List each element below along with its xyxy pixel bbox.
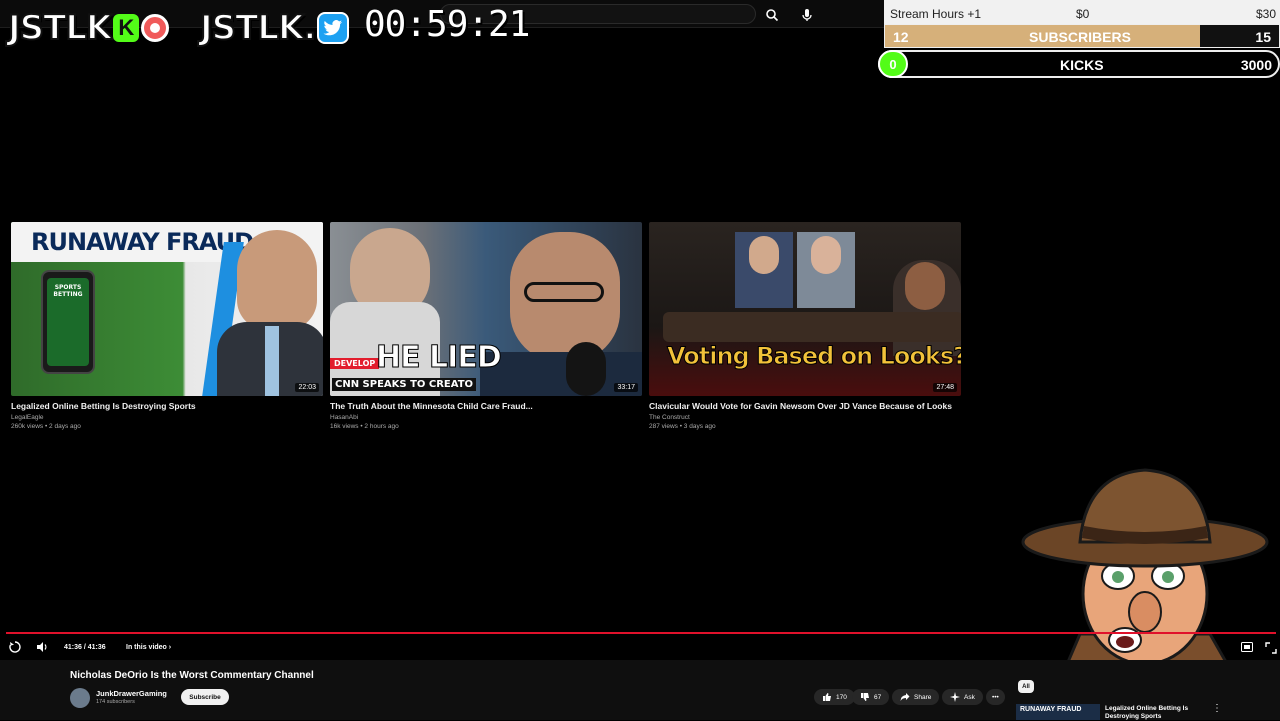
- video-card[interactable]: Voting Based on Looks? 27:48 Clavicular …: [649, 222, 961, 430]
- more-horizontal-icon: •••: [992, 693, 999, 701]
- stream-hours-amount: $0: [1076, 7, 1090, 21]
- video-thumbnail[interactable]: RUNAWAY FRAUD SPORTS BETTING 22:03: [11, 222, 323, 396]
- stream-hours-label: Stream Hours +1: [890, 7, 982, 21]
- ask-button[interactable]: Ask: [942, 689, 983, 705]
- player-controls: 41:36 / 41:36 In this video ›: [0, 636, 1280, 660]
- kick-logo: JSTLK K: [7, 7, 170, 49]
- dislike-count: 67: [874, 693, 882, 701]
- thumb-tag: DEVELOP: [330, 358, 380, 369]
- more-vertical-icon[interactable]: ⋮: [1212, 703, 1222, 714]
- thumb-headline: Voting Based on Looks?: [666, 342, 961, 371]
- subscribers-count: 12: [893, 29, 909, 45]
- video-thumbnail[interactable]: Voting Based on Looks? 27:48: [649, 222, 961, 396]
- more-actions-button[interactable]: •••: [986, 689, 1005, 705]
- up-next-title[interactable]: Legalized Online Betting Is Destroying S…: [1105, 705, 1205, 721]
- record-icon: [141, 14, 170, 42]
- channel-name[interactable]: JunkDrawerGaming: [96, 689, 167, 698]
- volume-icon[interactable]: [36, 641, 48, 655]
- video-meta: 287 views • 3 days ago: [649, 423, 716, 430]
- up-next-thumb-text: RUNAWAY FRAUD: [1020, 706, 1082, 713]
- subscribers-goal: 12 SUBSCRIBERS 15: [884, 24, 1280, 48]
- up-next-thumbnail[interactable]: RUNAWAY FRAUD: [1016, 704, 1100, 720]
- thumb-phone-text: SPORTS BETTING: [53, 284, 83, 298]
- in-this-video-label: In this video: [126, 644, 167, 651]
- share-button[interactable]: Share: [892, 689, 940, 705]
- video-channel[interactable]: LegalEagle: [11, 414, 323, 421]
- channel-avatar[interactable]: [70, 688, 90, 708]
- time-display: 41:36 / 41:36: [64, 644, 106, 651]
- twitter-bird-icon: [317, 12, 350, 44]
- sparkle-icon: [950, 692, 960, 702]
- kicks-goal: 0 KICKS 3000: [878, 50, 1280, 78]
- video-thumbnail[interactable]: DEVELOP HE LIED CNN SPEAKS TO CREATO 33:…: [330, 222, 642, 396]
- video-duration: 27:48: [933, 383, 957, 392]
- logo-text: JSTLK.: [199, 7, 317, 49]
- in-this-video-link[interactable]: In this video ›: [126, 644, 171, 651]
- video-meta: 260k views • 2 days ago: [11, 423, 81, 430]
- video-title[interactable]: The Truth About the Minnesota Child Care…: [330, 401, 642, 411]
- filter-chip-all[interactable]: All: [1018, 680, 1034, 693]
- video-channel[interactable]: HasanAbi: [330, 414, 642, 421]
- search-icon[interactable]: [760, 5, 784, 25]
- logo-text: JSTLK: [7, 7, 113, 49]
- like-button[interactable]: 170: [814, 689, 855, 705]
- channel-subscriber-count: 174 subscribers: [96, 699, 135, 705]
- subscribe-button[interactable]: Subscribe: [181, 689, 229, 705]
- video-card[interactable]: RUNAWAY FRAUD SPORTS BETTING 22:03 Legal…: [11, 222, 323, 430]
- video-channel[interactable]: The Construct: [649, 414, 961, 421]
- subscribers-label: SUBSCRIBERS: [1029, 29, 1131, 45]
- share-label: Share: [914, 693, 932, 701]
- dislike-button[interactable]: 67: [852, 689, 890, 705]
- kicks-label: KICKS: [1060, 57, 1104, 73]
- video-card[interactable]: DEVELOP HE LIED CNN SPEAKS TO CREATO 33:…: [330, 222, 642, 430]
- thumb-headline: RUNAWAY FRAUD: [31, 228, 254, 256]
- goals-panel: Stream Hours +1 $0 $30 12 SUBSCRIBERS 15…: [878, 0, 1280, 80]
- video-title[interactable]: Legalized Online Betting Is Destroying S…: [11, 401, 323, 411]
- mic-icon[interactable]: [796, 5, 818, 25]
- thumbs-up-icon: [823, 693, 831, 701]
- like-count: 170: [836, 693, 847, 701]
- theater-mode-icon[interactable]: [1241, 642, 1253, 654]
- stream-timer: 00:59:21: [364, 4, 530, 45]
- replay-icon[interactable]: [9, 641, 21, 655]
- kick-icon: K: [113, 14, 140, 42]
- video-progress-bar[interactable]: [6, 632, 1276, 634]
- stream-hours-target: $30: [1255, 7, 1276, 21]
- twitter-logo: JSTLK.: [199, 7, 350, 49]
- subscribers-goal-value: 15: [1255, 29, 1271, 45]
- video-main-title: Nicholas DeOrio Is the Worst Commentary …: [70, 670, 314, 681]
- ask-label: Ask: [964, 693, 975, 701]
- fullscreen-icon[interactable]: [1265, 642, 1277, 656]
- stream-hours-goal: Stream Hours +1 $0 $30: [884, 0, 1280, 26]
- video-duration: 33:17: [614, 383, 638, 392]
- thumb-headline: HE LIED: [376, 340, 503, 376]
- video-meta: 16k views • 2 hours ago: [330, 423, 399, 430]
- share-icon: [900, 693, 910, 701]
- kicks-goal-value: 3000: [1240, 57, 1272, 73]
- video-title[interactable]: Clavicular Would Vote for Gavin Newsom O…: [649, 401, 961, 411]
- video-duration: 22:03: [295, 383, 319, 392]
- kicks-count: 0: [878, 50, 908, 78]
- thumbs-down-icon: [861, 693, 869, 701]
- thumb-sub: CNN SPEAKS TO CREATO: [332, 378, 477, 391]
